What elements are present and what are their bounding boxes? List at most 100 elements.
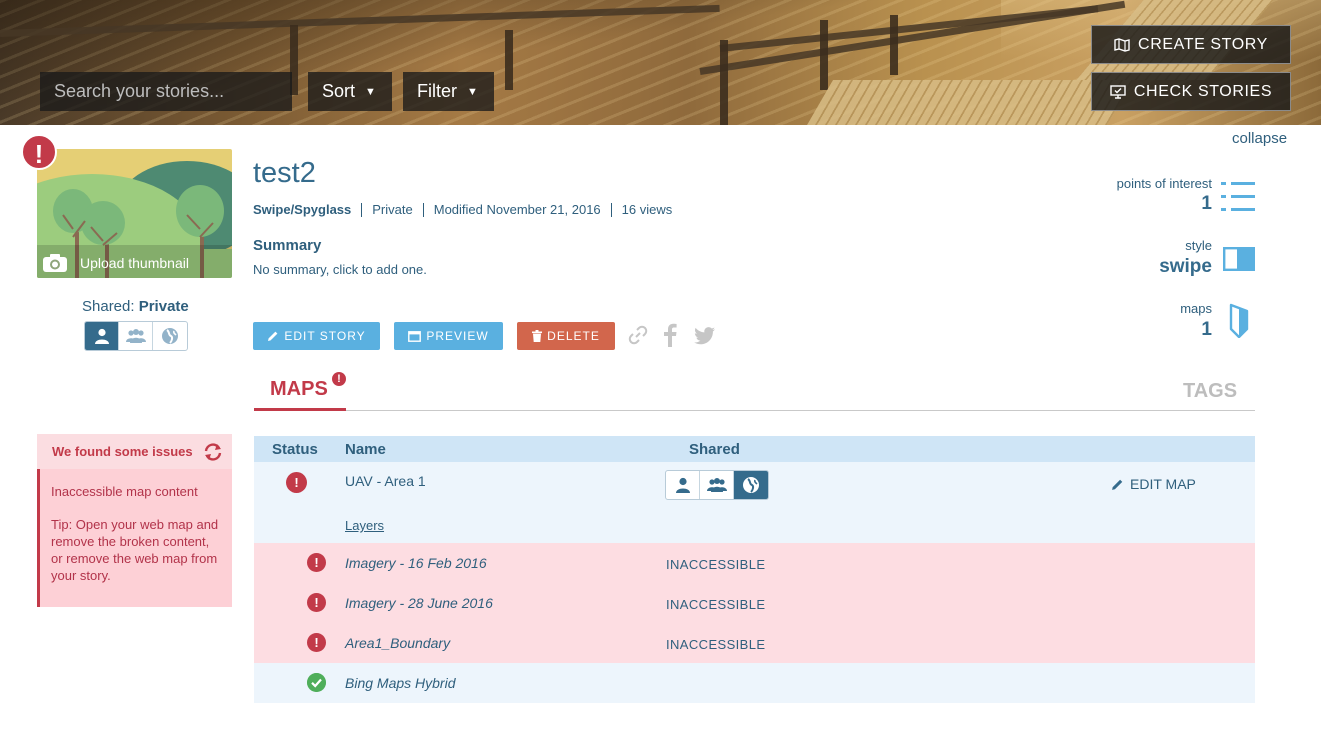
banner-post bbox=[720, 40, 728, 125]
map-name[interactable]: UAV - Area 1 bbox=[345, 473, 426, 489]
share-public-option[interactable] bbox=[153, 322, 187, 350]
delete-label: DELETE bbox=[547, 329, 600, 343]
layer-status-text: INACCESSIBLE bbox=[666, 637, 766, 652]
globe-icon bbox=[743, 477, 759, 493]
map-marker-icon[interactable] bbox=[1229, 303, 1249, 338]
preview-icon bbox=[408, 330, 422, 342]
story-meta: Swipe/Spyglass Private Modified November… bbox=[253, 203, 682, 217]
private-icon bbox=[675, 477, 690, 493]
story-privacy: Private bbox=[361, 203, 422, 217]
issues-panel: We found some issues Inaccessible map co… bbox=[37, 434, 232, 607]
twitter-icon[interactable] bbox=[694, 327, 716, 345]
check-circle-icon bbox=[307, 673, 326, 692]
issues-header: We found some issues bbox=[37, 434, 232, 469]
swipe-icon[interactable] bbox=[1223, 247, 1255, 271]
refresh-icon[interactable] bbox=[202, 442, 224, 462]
style-label: style bbox=[1185, 238, 1212, 253]
list-icon[interactable] bbox=[1221, 181, 1255, 212]
collapse-link[interactable]: collapse bbox=[1232, 130, 1287, 147]
map-share-private-option[interactable] bbox=[666, 471, 700, 499]
col-shared: Shared bbox=[689, 441, 740, 458]
summary-heading: Summary bbox=[253, 237, 322, 254]
search-input[interactable] bbox=[40, 72, 292, 111]
shared-prefix: Shared: bbox=[82, 298, 135, 315]
camera-icon bbox=[43, 254, 67, 272]
issues-tip: Tip: Open your web map and remove the br… bbox=[51, 517, 219, 583]
story-views: 16 views bbox=[610, 203, 683, 217]
issues-body: Inaccessible map content Tip: Open your … bbox=[37, 469, 232, 607]
create-story-button[interactable]: CREATE STORY bbox=[1091, 25, 1291, 64]
table-header: Status Name Shared bbox=[254, 436, 1255, 462]
tab-tags[interactable]: TAGS bbox=[1183, 380, 1237, 403]
globe-icon bbox=[162, 328, 178, 344]
map-sharing-toggle bbox=[665, 470, 769, 500]
layer-name: Imagery - 28 June 2016 bbox=[345, 595, 493, 611]
filter-label: Filter bbox=[417, 81, 457, 101]
link-icon[interactable] bbox=[628, 325, 648, 345]
layer-status-text: INACCESSIBLE bbox=[666, 597, 766, 612]
sort-button[interactable]: Sort ▼ bbox=[308, 72, 392, 111]
error-status-icon: ! bbox=[286, 472, 307, 493]
tab-divider bbox=[254, 410, 1255, 411]
poi-count: 1 bbox=[1201, 193, 1212, 214]
delete-button[interactable]: DELETE bbox=[517, 322, 615, 350]
maps-alert-icon: ! bbox=[332, 372, 346, 386]
table-row: ! Area1_Boundary INACCESSIBLE bbox=[254, 623, 1255, 663]
share-private-option[interactable] bbox=[85, 322, 119, 350]
check-stories-label: CHECK STORIES bbox=[1133, 82, 1273, 100]
error-status-icon: ! bbox=[307, 633, 326, 652]
table-row: ! Imagery - 28 June 2016 INACCESSIBLE bbox=[254, 583, 1255, 623]
col-status: Status bbox=[272, 441, 318, 458]
facebook-icon[interactable] bbox=[662, 323, 678, 347]
pencil-icon bbox=[1112, 479, 1123, 490]
story-sharing-toggle bbox=[84, 321, 188, 351]
issues-title: We found some issues bbox=[52, 444, 193, 459]
shared-value: Private bbox=[138, 298, 189, 315]
maps-label: maps bbox=[1180, 301, 1212, 316]
filter-button[interactable]: Filter ▼ bbox=[403, 72, 494, 111]
error-status-icon: ! bbox=[307, 553, 326, 572]
banner-boardwalk bbox=[807, 80, 1133, 125]
preview-button[interactable]: PREVIEW bbox=[394, 322, 503, 350]
table-row: Bing Maps Hybrid bbox=[254, 663, 1255, 703]
issues-message: Inaccessible map content bbox=[51, 484, 198, 499]
group-icon bbox=[706, 478, 727, 492]
table-row: ! UAV - Area 1 EDIT MAP Layers bbox=[254, 462, 1255, 543]
layers-link[interactable]: Layers bbox=[345, 518, 384, 533]
story-modified: Modified November 21, 2016 bbox=[422, 203, 611, 217]
sort-label: Sort bbox=[322, 81, 356, 101]
upload-thumbnail-label: Upload thumbnail bbox=[80, 255, 189, 271]
table-row: ! Imagery - 16 Feb 2016 INACCESSIBLE bbox=[254, 543, 1255, 583]
story-title[interactable]: test2 bbox=[253, 157, 316, 190]
share-organization-option[interactable] bbox=[119, 322, 153, 350]
tab-maps[interactable]: MAPS bbox=[270, 378, 328, 401]
create-story-label: CREATE STORY bbox=[1138, 35, 1268, 53]
pencil-icon bbox=[268, 331, 278, 341]
map-share-organization-option[interactable] bbox=[700, 471, 734, 499]
edit-story-button[interactable]: EDIT STORY bbox=[253, 322, 380, 350]
error-status-icon: ! bbox=[307, 593, 326, 612]
trash-icon bbox=[532, 330, 543, 342]
summary-text[interactable]: No summary, click to add one. bbox=[253, 262, 427, 277]
layer-name: Area1_Boundary bbox=[345, 635, 451, 651]
tab-maps-underline bbox=[254, 408, 346, 411]
upload-thumbnail-button[interactable]: Upload thumbnail bbox=[42, 252, 228, 274]
poi-label: points of interest bbox=[1116, 176, 1212, 191]
map-share-public-option[interactable] bbox=[734, 471, 768, 499]
preview-label: PREVIEW bbox=[426, 329, 489, 343]
check-stories-button[interactable]: CHECK STORIES bbox=[1091, 72, 1291, 111]
alert-icon: ! bbox=[21, 134, 57, 170]
edit-story-label: EDIT STORY bbox=[284, 329, 366, 343]
banner-post bbox=[505, 30, 513, 90]
caret-down-icon: ▼ bbox=[365, 85, 376, 98]
edit-map-label: EDIT MAP bbox=[1130, 476, 1196, 492]
layer-status-text: INACCESSIBLE bbox=[666, 557, 766, 572]
banner-post bbox=[820, 20, 828, 90]
group-icon bbox=[125, 329, 146, 343]
story-template: Swipe/Spyglass bbox=[253, 202, 352, 217]
private-icon bbox=[94, 328, 109, 344]
map-book-icon bbox=[1114, 37, 1130, 52]
style-value: swipe bbox=[1159, 256, 1212, 277]
banner-rail bbox=[0, 4, 720, 37]
edit-map-button[interactable]: EDIT MAP bbox=[1111, 476, 1196, 492]
